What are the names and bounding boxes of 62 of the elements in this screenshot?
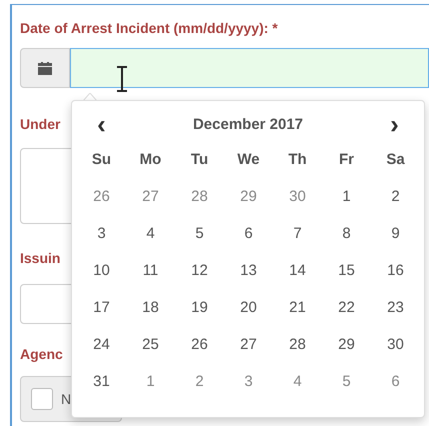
field-label: Under (20, 116, 60, 134)
calendar-addon-button[interactable] (20, 48, 70, 88)
day-button[interactable]: 3 (82, 218, 122, 248)
day-button[interactable]: 17 (82, 292, 122, 322)
day-button[interactable]: 2 (180, 366, 220, 396)
day-button[interactable]: 9 (376, 218, 416, 248)
day-button[interactable]: 20 (228, 292, 268, 322)
weekday-label: Fr (339, 151, 354, 168)
day-button[interactable]: 10 (82, 256, 122, 286)
weekday-label: Su (92, 151, 112, 168)
day-button[interactable]: 26 (82, 182, 122, 212)
field-label: Date of Arrest Incident (mm/dd/yyyy): * (20, 20, 278, 38)
day-button[interactable]: 31 (82, 366, 122, 396)
weekday-label: Mo (140, 151, 162, 168)
day-button[interactable]: 29 (326, 330, 366, 360)
day-button[interactable]: 28 (180, 182, 220, 212)
field-label: Issuin (20, 250, 60, 268)
month-title[interactable]: December 2017 (182, 112, 314, 136)
day-button[interactable]: 16 (376, 256, 416, 286)
day-button[interactable]: 24 (82, 330, 122, 360)
day-button[interactable]: 30 (278, 182, 318, 212)
day-button[interactable]: 22 (326, 292, 366, 322)
day-button[interactable]: 27 (130, 182, 170, 212)
calendar-icon (38, 62, 52, 74)
day-button[interactable]: 19 (180, 292, 220, 322)
day-button[interactable]: 27 (228, 330, 268, 360)
day-button[interactable]: 11 (130, 256, 170, 286)
day-button[interactable]: 4 (278, 366, 318, 396)
day-button[interactable]: 15 (326, 256, 366, 286)
day-button[interactable]: 5 (180, 218, 220, 248)
date-input-field[interactable] (70, 48, 429, 88)
day-button[interactable]: 26 (180, 330, 220, 360)
weekday-label: Th (288, 151, 307, 168)
day-button[interactable]: 3 (228, 366, 268, 396)
day-button[interactable]: 13 (228, 256, 268, 286)
day-button[interactable]: 4 (130, 218, 170, 248)
weekday-label: Sa (386, 151, 405, 168)
day-button[interactable]: 2 (376, 182, 416, 212)
day-button[interactable]: 1 (326, 182, 366, 212)
weekday-label: Tu (190, 151, 208, 168)
previous-month-button[interactable]: ‹ (77, 109, 126, 139)
day-button[interactable]: 21 (278, 292, 318, 322)
day-button[interactable]: 6 (376, 366, 416, 396)
day-button[interactable]: 25 (130, 330, 170, 360)
day-button[interactable]: 14 (278, 256, 318, 286)
checkbox[interactable] (31, 388, 53, 410)
day-button[interactable]: 6 (228, 218, 268, 248)
checkbox-label: N (61, 391, 72, 407)
day-button[interactable]: 28 (278, 330, 318, 360)
day-button[interactable]: 12 (180, 256, 220, 286)
day-button[interactable]: 8 (326, 218, 366, 248)
text-cursor-icon (116, 66, 128, 92)
day-button[interactable]: 18 (130, 292, 170, 322)
field-label: Agenc (20, 346, 63, 364)
day-button[interactable]: 5 (326, 366, 366, 396)
day-button[interactable]: 1 (130, 366, 170, 396)
day-button[interactable]: 23 (376, 292, 416, 322)
day-button[interactable]: 7 (278, 218, 318, 248)
day-button[interactable]: 29 (228, 182, 268, 212)
weekday-label: We (237, 151, 260, 168)
day-button[interactable]: 30 (376, 330, 416, 360)
next-month-button[interactable]: › (370, 109, 419, 139)
